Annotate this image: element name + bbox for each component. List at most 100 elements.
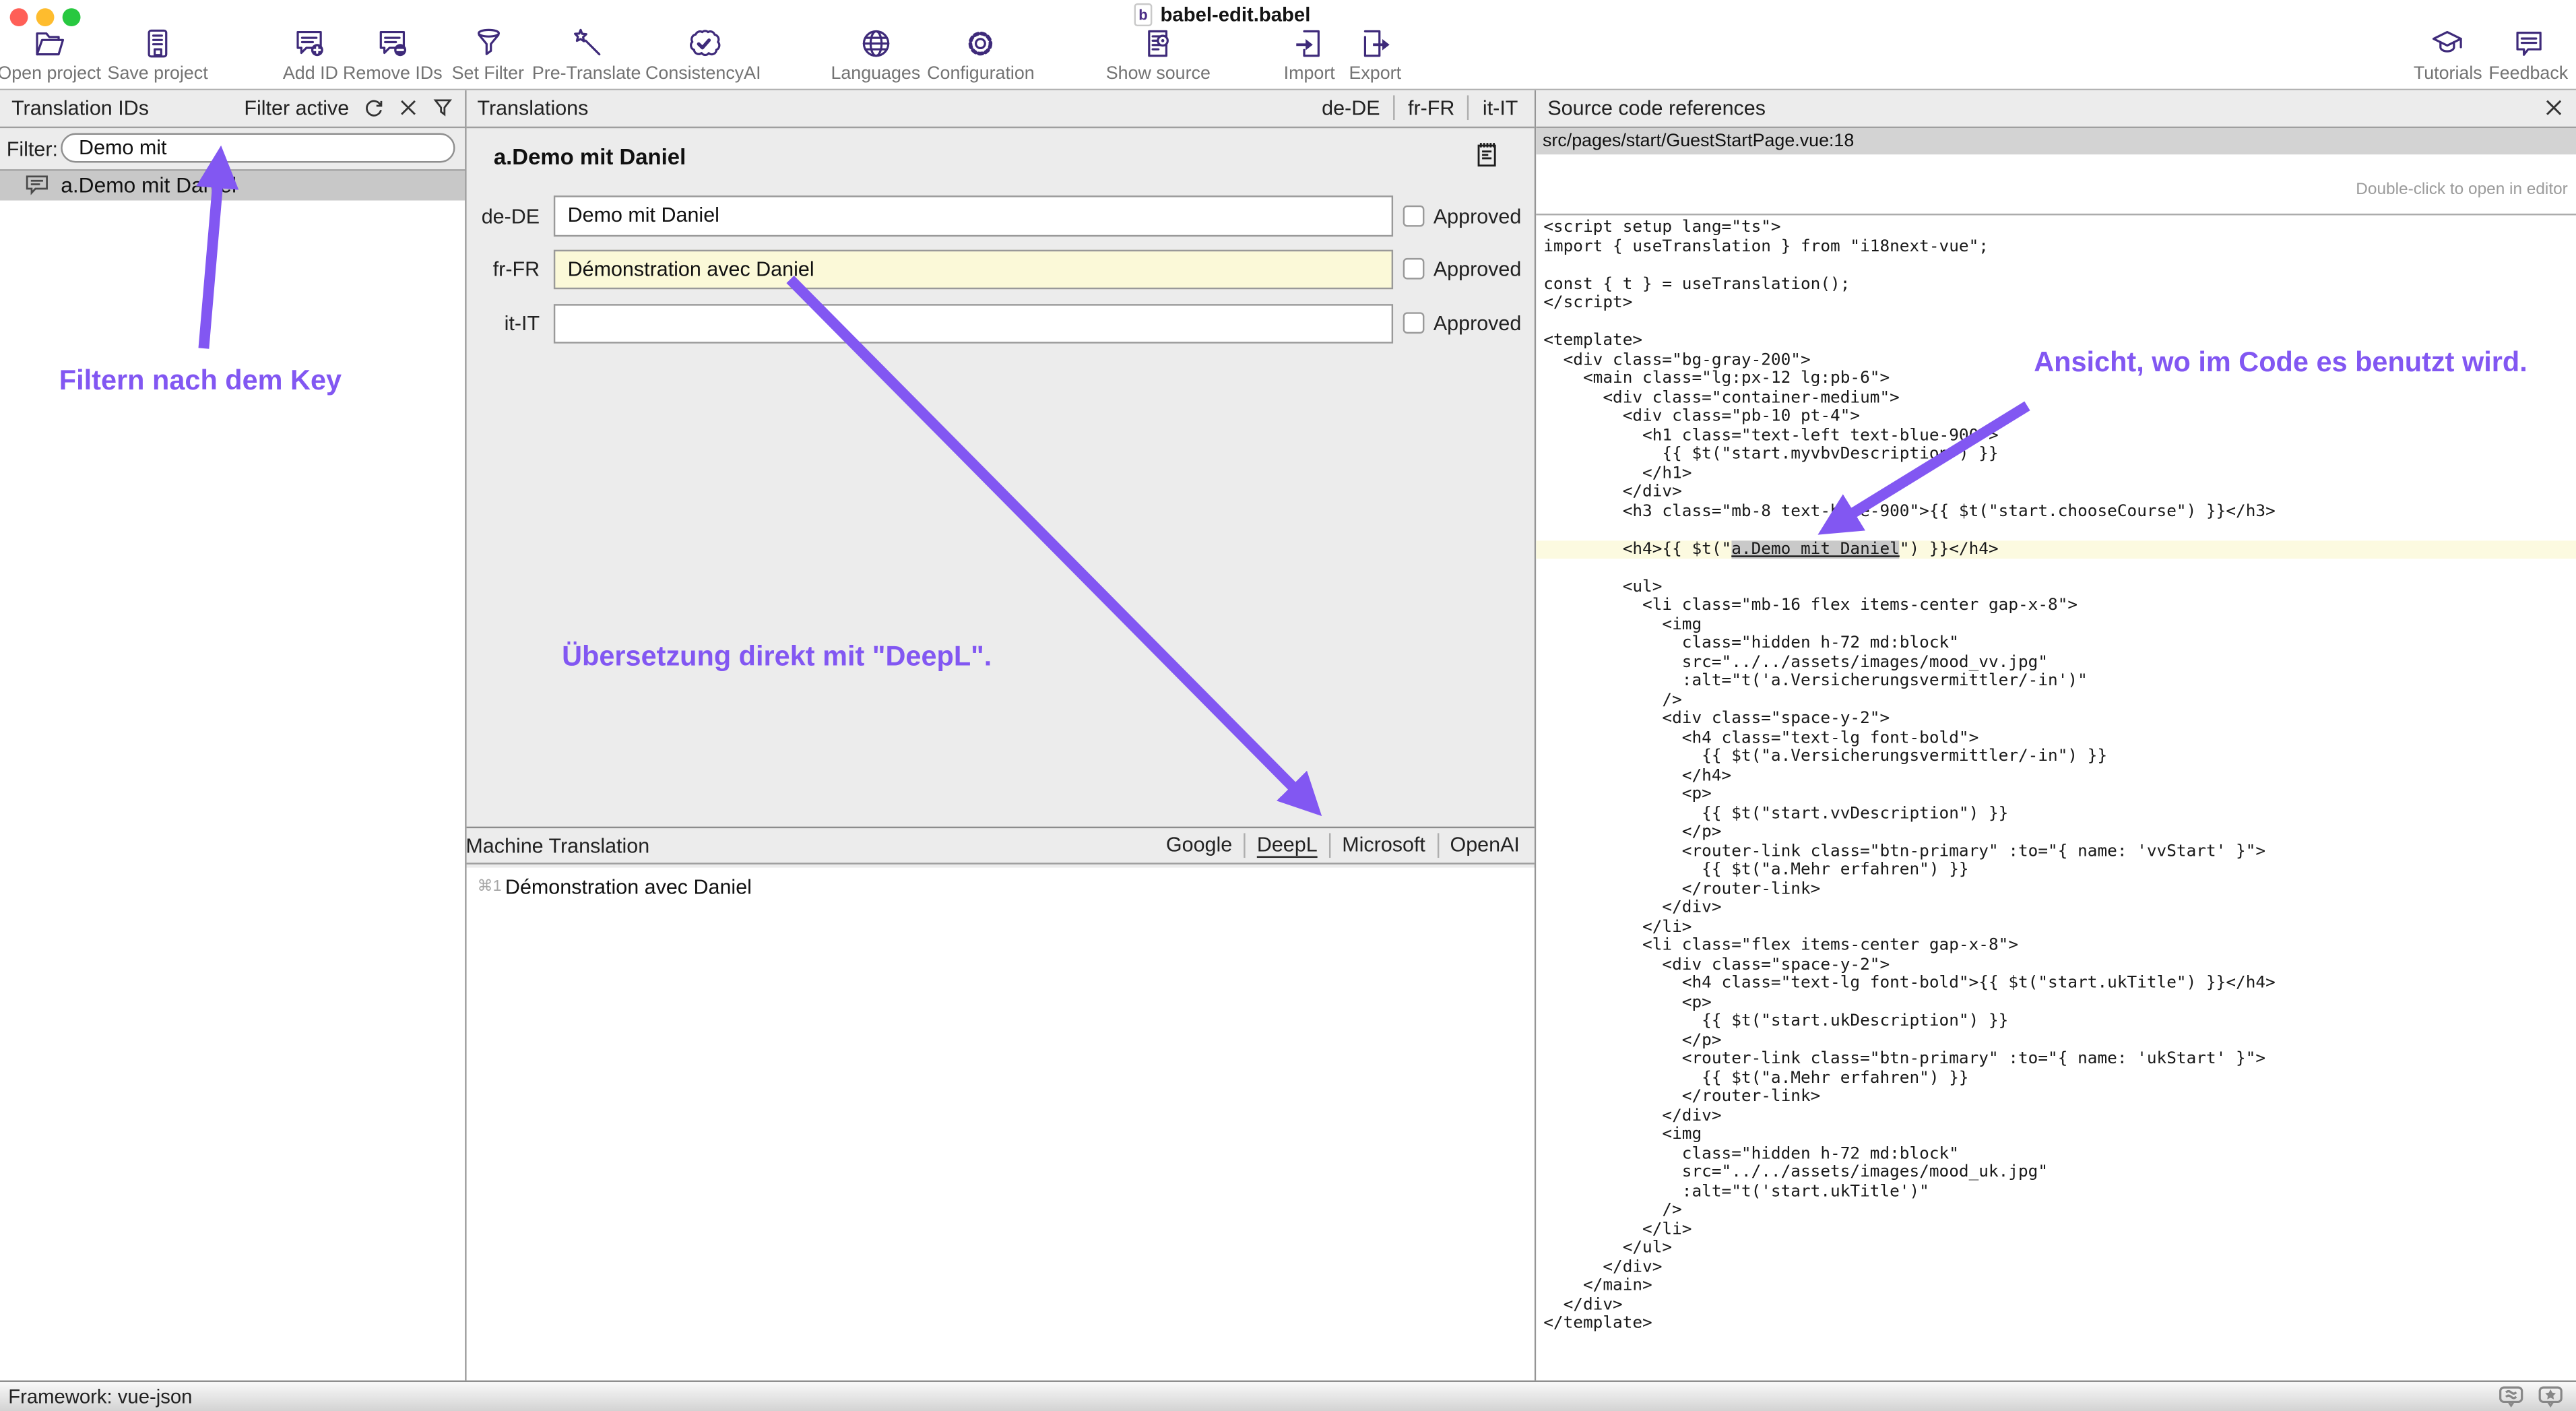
macos-close-button[interactable] [10,8,28,26]
code-line: import { useTranslation } from "i18next-… [1536,237,2576,256]
toolbar-item-label: Open project [0,64,101,84]
mt-result-text: Démonstration avec Daniel [505,875,752,898]
window-title: b babel-edit.babel [1134,3,1311,26]
toolbar-set-filter-button[interactable]: Set Filter [452,26,524,84]
toolbar-remove-ids-button[interactable]: Remove IDs [343,26,443,84]
translation-ids-header: Translation IDs Filter active [0,90,464,127]
code-line: const { t } = useTranslation(); [1536,275,2576,294]
code-line: <p> [1536,786,2576,805]
filter-label: Filter: [7,137,58,160]
code-line: </script> [1536,294,2576,313]
annotation-filter-note: Filtern nach dem Key [59,365,342,398]
code-line: src="../../assets/images/mood_uk.jpg" [1536,1164,2576,1183]
code-line: <h1 class="text-left text-blue-900"> [1536,427,2576,445]
toolbar-item-label: Show source [1106,64,1211,84]
toolbar-save-project-button[interactable]: Save project [108,26,208,84]
highlighted-translation-key: a.Demo mit Daniel [1731,540,1900,558]
code-line: <img [1536,615,2576,634]
code-line-highlighted: <h4>{{ $t("a.Demo mit Daniel") }}</h4> [1536,540,2576,559]
approved-label-de-DE: Approved [1434,205,1522,228]
code-line: </div> [1536,1296,2576,1315]
show-source-icon [1141,26,1176,61]
filter-row: Filter: [0,127,464,170]
translations-header: Translations de-DE fr-FR it-IT [465,90,1534,127]
source-reference-item-selected[interactable]: src/pages/start/GuestStartPage.vue:18 [1536,127,2576,154]
toolbar-feedback-button[interactable]: Feedback [2488,26,2568,84]
filter-active-label: Filter active [244,96,349,119]
open-project-icon [32,26,67,61]
code-line: </h1> [1536,464,2576,483]
tab-it-IT[interactable]: it-IT [1468,95,1531,121]
machine-translation-title: Machine Translation [465,834,649,857]
translation-input-it-IT[interactable] [553,303,1392,344]
lang-label-it-IT: it-IT [465,312,540,335]
toolbar-show-source-button[interactable]: Show source [1106,26,1211,84]
code-line: </li> [1536,1220,2576,1239]
macos-zoom-button[interactable] [63,8,81,26]
translation-input-fr-FR[interactable] [553,249,1392,289]
window-title-text: babel-edit.babel [1161,3,1311,26]
toolbar-item-label: Set Filter [452,64,524,84]
toolbar-item-label: Add ID [283,64,338,84]
app-window: b babel-edit.babel Open project Save proj… [0,0,2576,1411]
source-references-panel: Source code references src/pages/start/G… [1536,90,2576,1380]
save-project-icon [141,26,175,61]
code-line: <div class="container-medium"> [1536,389,2576,408]
code-line: :alt="t('a.Versicherungsvermittler/-in')… [1536,672,2576,691]
approved-checkbox-fr-FR[interactable] [1402,258,1423,280]
toolbar-item-label: Tutorials [2414,64,2482,84]
code-line: <ul> [1536,577,2576,596]
export-icon [1358,26,1392,61]
toolbar-import-button[interactable]: Import [1284,26,1335,84]
provider-microsoft[interactable]: Microsoft [1329,833,1437,858]
machine-translation-results: ⌘1 Démonstration avec Daniel [465,867,1534,1380]
code-line: <li class="mb-16 flex items-center gap-x… [1536,596,2576,615]
tab-de-DE[interactable]: de-DE [1309,95,1393,121]
feedback-icon [2511,26,2546,61]
filter-input[interactable] [61,133,455,163]
translation-id-item-selected[interactable]: a.Demo mit Daniel [0,170,464,200]
translation-row-it-IT: it-IT Approved [465,303,1534,344]
approved-checkbox-de-DE[interactable] [1402,205,1423,226]
source-references-title: Source code references [1547,96,1766,119]
toolbar-open-project-button[interactable]: Open project [0,26,101,84]
code-line: <p> [1536,993,2576,1012]
approved-checkbox-it-IT[interactable] [1402,312,1423,334]
tab-fr-FR[interactable]: fr-FR [1393,95,1468,121]
notepad-icon[interactable] [1472,139,1502,169]
provider-google[interactable]: Google [1155,833,1244,858]
consistency-ai-icon [686,26,720,61]
provider-openai[interactable]: OpenAI [1437,833,1531,858]
code-line [1536,256,2576,275]
toolbar-consistency-ai-button[interactable]: ConsistencyAI [645,26,761,84]
configuration-icon [963,26,998,61]
refresh-icon[interactable] [362,97,384,119]
code-line: <router-link class="btn-primary" :to="{ … [1536,1050,2576,1069]
code-line: {{ $t("a.Versicherungsvermittler/-in") }… [1536,748,2576,767]
code-line: </div> [1536,1107,2576,1126]
code-line: <li class="flex items-center gap-x-8"> [1536,937,2576,955]
languages-icon [858,26,893,61]
translation-input-de-DE[interactable] [553,195,1392,236]
filter-icon[interactable] [431,97,453,119]
macos-minimize-button[interactable] [36,8,55,26]
provider-deepl[interactable]: DeepL [1244,833,1328,858]
close-icon[interactable] [2545,99,2563,117]
toolbar-export-button[interactable]: Export [1349,26,1401,84]
fuzzy-bubble-icon[interactable] [2497,1385,2525,1408]
mt-result-row[interactable]: ⌘1 Démonstration avec Daniel [465,875,1534,898]
toolbar-pre-translate-button[interactable]: Pre-Translate [532,26,641,84]
code-line: </p> [1536,1031,2576,1050]
star-bubble-icon[interactable] [2536,1385,2564,1408]
toolbar-tutorials-button[interactable]: Tutorials [2414,26,2482,84]
toolbar-add-id-button[interactable]: Add ID [283,26,338,84]
code-line [1536,559,2576,577]
source-reference-path: src/pages/start/GuestStartPage.vue:18 [1543,131,1854,150]
clear-filter-icon[interactable] [397,97,418,119]
toolbar-languages-button[interactable]: Languages [831,26,920,84]
translation-ids-title: Translation IDs [11,96,149,119]
code-line: class="hidden h-72 md:block" [1536,1145,2576,1164]
toolbar-item-label: Pre-Translate [532,64,641,84]
toolbar-configuration-button[interactable]: Configuration [927,26,1035,84]
code-line: </div> [1536,899,2576,918]
